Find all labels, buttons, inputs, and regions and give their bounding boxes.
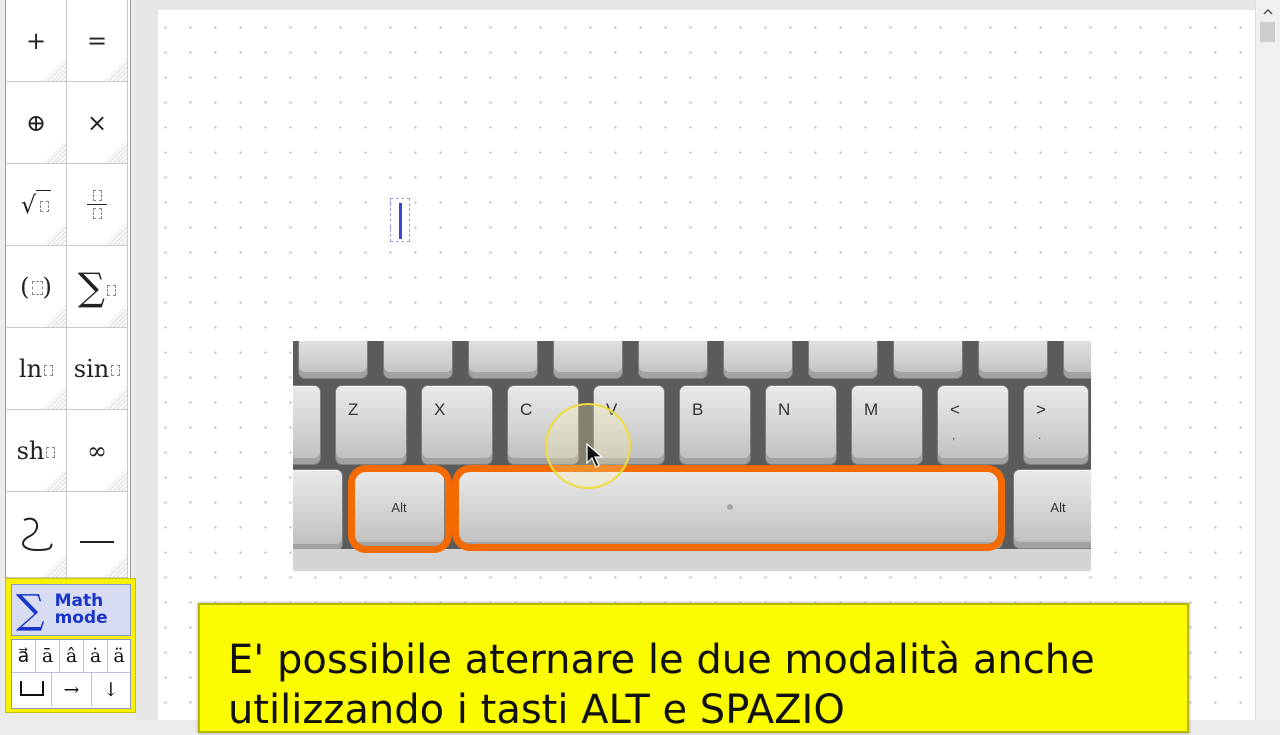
workspace-margin <box>136 0 158 720</box>
sine-icon: sin <box>74 355 121 383</box>
scroll-up-button[interactable] <box>1256 0 1280 18</box>
equals-button[interactable]: = <box>67 0 128 82</box>
keyboard-key <box>293 385 321 465</box>
keyboard-key <box>808 341 878 379</box>
square-root-icon: √ <box>21 189 52 219</box>
curve-button[interactable] <box>6 492 67 578</box>
horizontal-line-icon <box>80 521 114 549</box>
math-mode-panel: ∑ Math mode a⃗ ā â ȧ ä → ↓ <box>5 578 136 713</box>
summation-button[interactable]: ∑ <box>67 246 128 328</box>
fraction-button[interactable] <box>67 164 128 246</box>
chevron-up-icon <box>1263 0 1273 19</box>
key-n: N <box>765 385 837 465</box>
right-arrow-button[interactable]: → <box>52 673 92 706</box>
bar-accent-button[interactable]: ā <box>36 640 60 673</box>
caption-box: E' possibile aternare le due modalità an… <box>198 603 1189 733</box>
vector-accent-button[interactable]: a⃗ <box>12 640 36 673</box>
keyboard-image: Z X C V B N M <, >. Alt Alt <box>293 341 1091 571</box>
hyperbolic-sine-button[interactable]: sh <box>6 410 67 492</box>
infinity-button[interactable]: ∞ <box>67 410 128 492</box>
keyboard-key <box>638 341 708 379</box>
space-highlight <box>452 465 1005 551</box>
horizontal-line-button[interactable] <box>67 492 128 578</box>
square-root-button[interactable]: √ <box>6 164 67 246</box>
accent-grid: a⃗ ā â ȧ ä → ↓ <box>11 639 131 709</box>
workspace-top-margin <box>136 0 1256 10</box>
math-placeholder[interactable] <box>390 198 410 242</box>
times-icon: × <box>86 108 108 137</box>
dot-accent-button[interactable]: ȧ <box>84 640 108 673</box>
math-mode-label: Math mode <box>54 591 108 628</box>
plus-button[interactable]: + <box>6 0 67 82</box>
plus-icon: + <box>25 26 47 55</box>
keyboard-key <box>893 341 963 379</box>
circled-plus-button[interactable]: ⊕ <box>6 82 67 164</box>
alt-highlight <box>348 465 452 553</box>
natural-log-button[interactable]: ln <box>6 328 67 410</box>
key-z: Z <box>335 385 407 465</box>
down-arrow-button[interactable]: ↓ <box>92 673 130 706</box>
hat-accent-button[interactable]: â <box>60 640 84 673</box>
key-m: M <box>851 385 923 465</box>
caption-text: E' possibile aternare le due modalità an… <box>228 637 1095 733</box>
key-b: B <box>679 385 751 465</box>
key-greater-than: >. <box>1023 385 1089 465</box>
text-caret <box>399 203 402 239</box>
keyboard-key <box>298 341 368 379</box>
space-icon <box>19 677 45 702</box>
keyboard-key <box>468 341 538 379</box>
parentheses-button[interactable]: () <box>6 246 67 328</box>
hyperbolic-sine-icon: sh <box>17 437 56 465</box>
keyboard-key <box>978 341 1048 379</box>
right-arrow-icon: → <box>63 678 80 701</box>
infinity-icon: ∞ <box>87 436 107 465</box>
equals-icon: = <box>86 26 108 55</box>
summation-icon: ∑ <box>78 265 117 309</box>
math-mode-toggle[interactable]: ∑ Math mode <box>11 584 131 636</box>
keyboard-key <box>553 341 623 379</box>
keyboard-key <box>293 469 343 551</box>
keyboard-key <box>723 341 793 379</box>
natural-log-icon: ln <box>19 355 54 383</box>
key-x: X <box>421 385 493 465</box>
parentheses-icon: () <box>20 272 52 301</box>
umlaut-accent-button[interactable]: ä <box>108 640 130 673</box>
key-less-than: <, <box>937 385 1009 465</box>
sine-button[interactable]: sin <box>67 328 128 410</box>
key-alt-right: Alt <box>1013 469 1091 549</box>
keyboard-key <box>1063 341 1091 379</box>
down-arrow-icon: ↓ <box>103 678 119 701</box>
operator-palette: + = ⊕ × √ () ∑ ln sin sh ∞ <box>5 0 131 578</box>
circled-plus-icon: ⊕ <box>25 108 47 137</box>
sigma-icon: ∑ <box>16 587 45 633</box>
keyboard-key <box>383 341 453 379</box>
space-button[interactable] <box>12 673 52 706</box>
fraction-icon <box>87 190 107 219</box>
vertical-scrollbar[interactable] <box>1255 0 1280 720</box>
times-button[interactable]: × <box>67 82 128 164</box>
scroll-thumb[interactable] <box>1260 22 1275 42</box>
mouse-pointer-icon <box>586 442 604 473</box>
curve-icon <box>16 510 56 560</box>
